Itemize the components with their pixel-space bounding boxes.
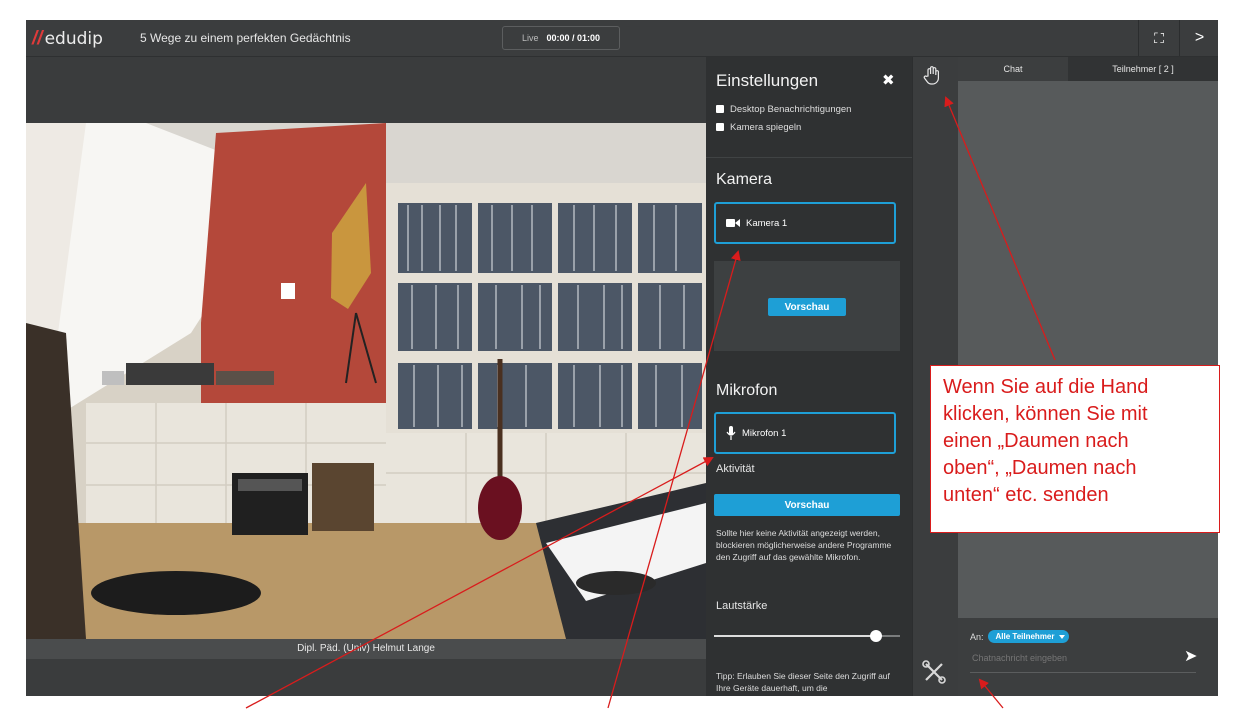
arrow-to-hand bbox=[944, 96, 1056, 361]
annotation-arrows bbox=[245, 96, 1056, 709]
arrow-to-chat-input bbox=[978, 678, 1004, 709]
arrow-to-camera bbox=[607, 250, 741, 709]
arrow-to-microphone bbox=[245, 457, 714, 709]
